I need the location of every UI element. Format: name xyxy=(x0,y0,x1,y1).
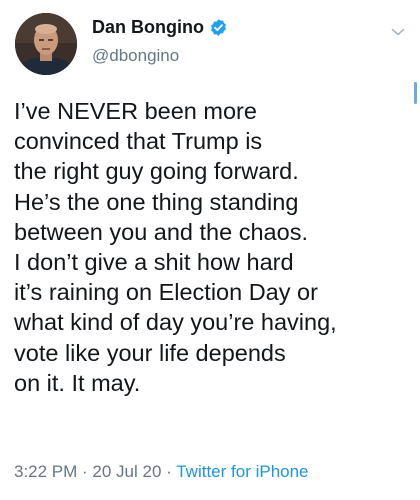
profile-photo-icon xyxy=(15,13,77,75)
tweet-line: the right guy going forward. xyxy=(14,158,299,185)
tweet-time[interactable]: 3:22 PM xyxy=(14,462,77,481)
tweet-line: between you and the chaos. xyxy=(14,218,308,245)
tweet-line: vote like your life depends xyxy=(14,339,286,366)
verified-badge-icon xyxy=(209,18,228,37)
tweet-line: convinced that Trump is xyxy=(14,128,263,155)
tweet-line: it’s raining on Election Day or xyxy=(14,279,318,306)
meta-separator: · xyxy=(161,462,177,481)
tweet-line: I don’t give a shit how hard xyxy=(14,249,294,276)
tweet-line: I’ve NEVER been more xyxy=(14,98,257,124)
tweet-source-link[interactable]: Twitter for iPhone xyxy=(176,462,308,481)
author-name[interactable]: Dan Bongino xyxy=(92,17,228,38)
tweet-line: on it. It may. xyxy=(14,369,141,396)
author-handle[interactable]: @dbongino xyxy=(92,46,179,66)
chevron-down-icon[interactable] xyxy=(391,27,405,37)
meta-separator: · xyxy=(77,462,93,481)
avatar[interactable] xyxy=(15,13,77,75)
tweet-line: what kind of day you’re having, xyxy=(14,309,337,336)
tweet-date[interactable]: 20 Jul 20 xyxy=(92,462,161,481)
author-name-text[interactable]: Dan Bongino xyxy=(92,17,204,38)
tweet-meta: 3:22 PM · 20 Jul 20 · Twitter for iPhone xyxy=(14,462,309,482)
scrollbar-indicator[interactable] xyxy=(414,82,417,104)
tweet-text: I’ve NEVER been more convinced that Trum… xyxy=(14,96,412,398)
tweet-line: He’s the one thing standing xyxy=(14,188,299,215)
tweet-card: Dan Bongino @dbongino I’ve NEVER been mo… xyxy=(0,0,420,500)
